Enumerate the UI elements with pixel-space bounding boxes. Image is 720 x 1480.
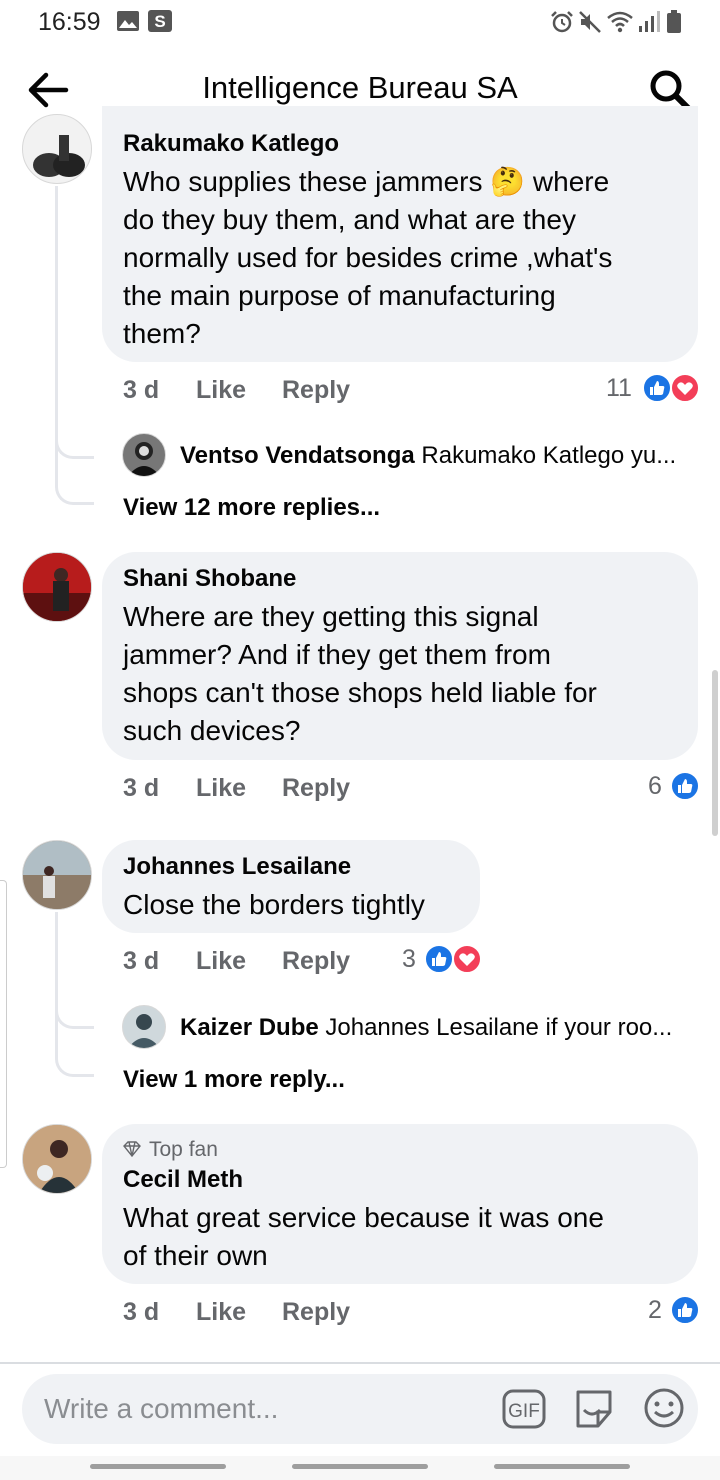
avatar[interactable] — [22, 114, 92, 184]
thumbs-up-icon — [424, 944, 454, 974]
gif-icon[interactable]: GIF — [502, 1389, 546, 1429]
edge-panel-handle[interactable] — [0, 880, 7, 1168]
comment-time: 3 d — [123, 774, 160, 802]
comment-time: 3 d — [123, 376, 160, 404]
comment-text: Close the borders tightly — [123, 889, 425, 920]
comment-input-placeholder[interactable]: Write a comment... — [44, 1393, 278, 1425]
comment-composer[interactable]: Write a comment... GIF — [22, 1374, 698, 1444]
status-bar: 16:59 S — [0, 0, 720, 44]
alarm-icon — [551, 11, 573, 33]
mute-icon — [579, 11, 601, 33]
page-title: Intelligence Bureau SA — [202, 70, 518, 105]
heart-icon — [670, 373, 700, 403]
reaction-count[interactable]: 6 — [648, 772, 662, 801]
comment-author[interactable]: Shani Shobane — [123, 565, 296, 593]
gallery-icon — [117, 11, 139, 31]
thread-connector — [55, 440, 94, 505]
comment-author[interactable]: Johannes Lesailane — [123, 853, 351, 881]
reaction-count[interactable]: 11 — [606, 374, 632, 403]
battery-icon — [667, 10, 681, 33]
svg-text:S: S — [154, 12, 165, 31]
diamond-icon — [123, 1141, 141, 1157]
thumbs-up-icon — [670, 771, 700, 801]
comment-text: Where are they getting this signal jamme… — [123, 601, 597, 746]
comment-time: 3 d — [123, 947, 160, 975]
top-fan-badge: Top fan — [149, 1138, 218, 1161]
thumbs-up-icon — [642, 373, 672, 403]
reply-button[interactable]: Reply — [282, 774, 350, 803]
avatar[interactable] — [22, 1124, 92, 1194]
wifi-icon — [607, 11, 633, 33]
svg-text:GIF: GIF — [508, 1401, 540, 1422]
like-button[interactable]: Like — [196, 376, 246, 405]
view-more-replies[interactable]: View 1 more reply... — [123, 1066, 345, 1094]
view-more-replies[interactable]: View 12 more replies... — [123, 494, 380, 522]
comment-text: Who supplies these jammers 🤔 where do th… — [123, 166, 613, 349]
like-button[interactable]: Like — [196, 774, 246, 803]
comment-time: 3 d — [123, 1298, 160, 1326]
reaction-count[interactable]: 2 — [648, 1296, 662, 1325]
avatar[interactable] — [122, 433, 166, 477]
scrollbar[interactable] — [712, 670, 718, 836]
reply-button[interactable]: Reply — [282, 947, 350, 976]
signal-icon — [639, 11, 660, 32]
nav-home-button[interactable] — [292, 1464, 428, 1469]
avatar[interactable] — [22, 840, 92, 910]
like-button[interactable]: Like — [196, 947, 246, 976]
thumbs-up-icon — [670, 1295, 700, 1325]
nav-back-button[interactable] — [494, 1464, 630, 1469]
sticker-icon[interactable] — [572, 1386, 616, 1430]
reply-preview[interactable]: Kaizer Dube Johannes Lesailane if your r… — [180, 1014, 700, 1042]
reply-button[interactable]: Reply — [282, 1298, 350, 1327]
comment-author[interactable]: Cecil Meth — [123, 1166, 243, 1194]
comment-text: What great service because it was one of… — [123, 1202, 604, 1271]
emoji-icon[interactable] — [642, 1386, 686, 1430]
heart-icon — [452, 944, 482, 974]
system-nav-bar — [0, 1456, 720, 1480]
thread-connector — [55, 1010, 94, 1077]
divider — [0, 1362, 720, 1364]
reply-preview[interactable]: Ventso Vendatsonga Rakumako Katlego yu..… — [180, 442, 700, 470]
thread-line — [55, 186, 58, 410]
like-button[interactable]: Like — [196, 1298, 246, 1327]
status-time: 16:59 — [38, 8, 101, 36]
comment-author[interactable]: Rakumako Katlego — [123, 130, 339, 158]
avatar[interactable] — [22, 552, 92, 622]
nav-recent-button[interactable] — [90, 1464, 226, 1469]
reply-button[interactable]: Reply — [282, 376, 350, 405]
s-app-icon: S — [148, 10, 172, 32]
reaction-count[interactable]: 3 — [402, 945, 416, 974]
avatar[interactable] — [122, 1005, 166, 1049]
